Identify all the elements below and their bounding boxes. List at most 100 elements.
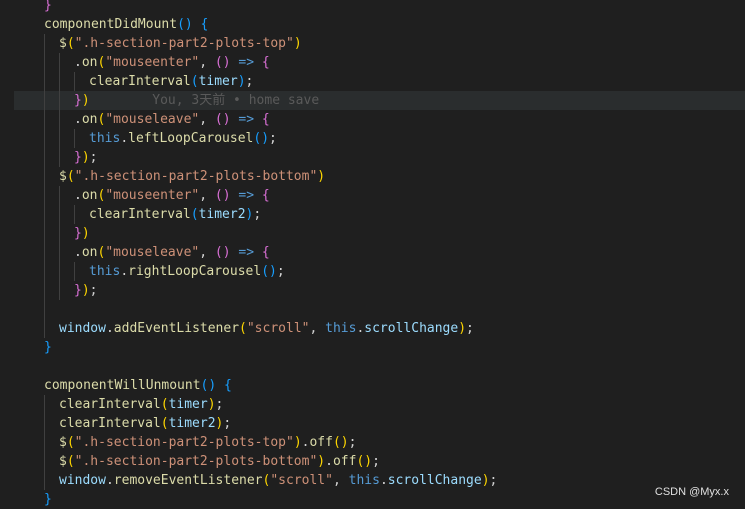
code-token: { xyxy=(224,378,232,393)
code-token: ; xyxy=(253,207,262,222)
code-text: window.removeEventListener("scroll", thi… xyxy=(59,471,497,490)
code-text: .on("mouseenter", () => { xyxy=(74,186,270,205)
code-line[interactable] xyxy=(14,300,745,319)
code-token: , xyxy=(199,112,215,127)
code-token: clearInterval xyxy=(89,207,191,222)
indent-guide xyxy=(59,72,60,91)
code-token: } xyxy=(74,150,82,165)
code-line[interactable]: this.rightLoopCarousel(); xyxy=(14,262,745,281)
code-token: () xyxy=(332,435,349,450)
code-text: clearInterval(timer); xyxy=(89,72,253,91)
code-token: ; xyxy=(269,131,277,146)
code-line[interactable]: }); xyxy=(14,148,745,167)
code-line[interactable]: $(".h-section-part2-plots-top") xyxy=(14,34,745,53)
code-line[interactable]: window.removeEventListener("scroll", thi… xyxy=(14,471,745,490)
code-token: () xyxy=(177,17,193,32)
indent-guide xyxy=(59,205,60,224)
code-line[interactable]: .on("mouseleave", () => { xyxy=(14,110,745,129)
code-line[interactable]: }) xyxy=(14,224,745,243)
indent-guide xyxy=(59,224,60,243)
code-token: ( xyxy=(66,169,75,184)
code-token: $ xyxy=(59,36,67,51)
code-line[interactable]: clearInterval(timer); xyxy=(14,395,745,414)
indent-guide xyxy=(74,262,75,281)
code-line[interactable]: } xyxy=(14,490,745,509)
code-token: this xyxy=(89,264,121,279)
indent-guide xyxy=(44,34,45,53)
code-token: window xyxy=(59,473,106,488)
indent-guide xyxy=(44,243,45,262)
code-token: () xyxy=(214,55,231,70)
code-token: ) xyxy=(81,283,90,298)
code-line[interactable]: clearInterval(timer2); xyxy=(14,205,745,224)
code-token: window xyxy=(59,321,106,336)
code-token: () xyxy=(356,454,373,469)
code-line[interactable]: }); xyxy=(14,281,745,300)
indent-guide xyxy=(44,167,45,186)
code-token: { xyxy=(261,112,270,127)
indent-guide xyxy=(44,186,45,205)
code-token: scrollChange xyxy=(364,321,459,336)
code-token: ) xyxy=(81,150,90,165)
code-token: . xyxy=(105,473,114,488)
indent-guide xyxy=(74,129,75,148)
code-text: $(".h-section-part2-plots-top") xyxy=(59,34,302,53)
code-token: ".h-section-part2-plots-bottom" xyxy=(74,169,318,184)
indent-guide xyxy=(44,300,45,319)
code-token: ( xyxy=(239,321,247,336)
code-token: } xyxy=(44,0,52,13)
code-token: ".h-section-part2-plots-top" xyxy=(74,36,294,51)
code-line[interactable]: componentDidMount() { xyxy=(14,15,745,34)
code-token: timer xyxy=(168,397,208,412)
code-token: $ xyxy=(59,435,67,450)
code-token: "scroll" xyxy=(270,473,333,488)
code-token: timer xyxy=(198,74,238,89)
code-token: () xyxy=(214,112,231,127)
code-text: $(".h-section-part2-plots-bottom") xyxy=(59,167,325,186)
code-line[interactable]: window.addEventListener("scroll", this.s… xyxy=(14,319,745,338)
indent-guide xyxy=(74,72,75,91)
code-line[interactable]: clearInterval(timer2); xyxy=(14,414,745,433)
indent-guide xyxy=(59,262,60,281)
code-text: window.addEventListener("scroll", this.s… xyxy=(59,319,474,338)
code-line[interactable]: clearInterval(timer); xyxy=(14,72,745,91)
code-line[interactable]: this.leftLoopCarousel(); xyxy=(14,129,745,148)
code-token: => xyxy=(238,188,255,203)
code-line[interactable]: $(".h-section-part2-plots-top").off(); xyxy=(14,433,745,452)
code-line[interactable] xyxy=(14,357,745,376)
indent-guide xyxy=(44,319,45,338)
code-token: ; xyxy=(489,473,498,488)
code-token: ( xyxy=(66,435,75,450)
code-token: "mouseleave" xyxy=(105,112,200,127)
code-token: ) xyxy=(481,473,490,488)
code-token: "mouseenter" xyxy=(105,55,200,70)
code-editor[interactable]: } componentDidMount() {$(".h-section-part… xyxy=(14,0,745,508)
code-token: ".h-section-part2-plots-top" xyxy=(74,435,294,450)
code-line[interactable]: } xyxy=(14,0,745,15)
code-line[interactable]: $(".h-section-part2-plots-bottom").off()… xyxy=(14,452,745,471)
code-token: () xyxy=(214,245,231,260)
code-text: componentWillUnmount() { xyxy=(44,376,232,395)
code-token: ) xyxy=(458,321,467,336)
code-token: } xyxy=(44,340,52,355)
code-line[interactable]: $(".h-section-part2-plots-bottom") xyxy=(14,167,745,186)
code-token: off xyxy=(332,454,357,469)
code-token: . xyxy=(105,321,114,336)
code-line[interactable]: .on("mouseenter", () => { xyxy=(14,186,745,205)
code-text: }); xyxy=(74,281,97,300)
code-token: You, 3天前 • home save xyxy=(89,93,320,108)
code-text: .on("mouseenter", () => { xyxy=(74,53,270,72)
code-text: } xyxy=(44,0,52,15)
code-token: timer2 xyxy=(168,416,216,431)
code-token: "mouseleave" xyxy=(105,245,200,260)
code-line[interactable]: componentWillUnmount() { xyxy=(14,376,745,395)
code-text: }) xyxy=(74,224,90,243)
code-line[interactable]: .on("mouseleave", () => { xyxy=(14,243,745,262)
code-line[interactable]: .on("mouseenter", () => { xyxy=(14,53,745,72)
code-token: on xyxy=(81,245,98,260)
code-line[interactable]: }) You, 3天前 • home save xyxy=(14,91,745,110)
code-line[interactable]: } xyxy=(14,338,745,357)
code-token: , xyxy=(199,55,215,70)
